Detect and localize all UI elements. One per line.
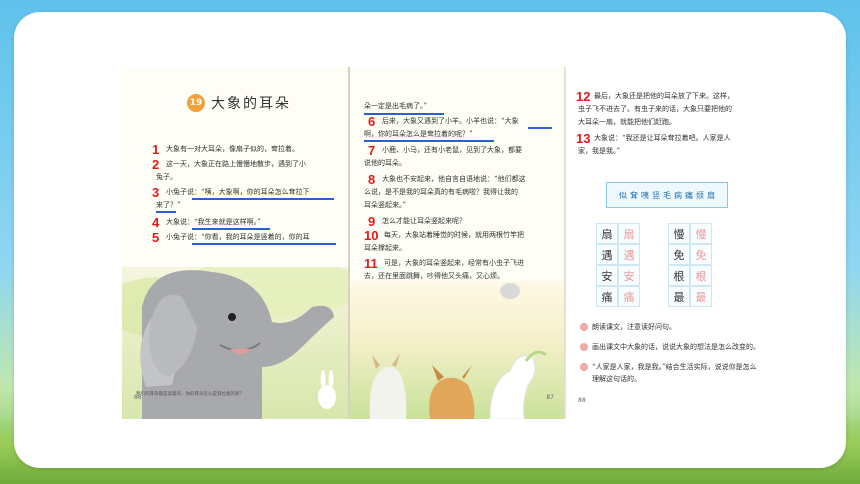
page-number: 86 — [134, 394, 142, 401]
vocab-char: 痛 — [685, 190, 693, 200]
lesson-number-badge: 19 — [187, 94, 205, 112]
grid-char-trace: 痛 — [618, 286, 640, 307]
vocab-char: 毛 — [663, 190, 671, 200]
grid-char-trace: 安 — [618, 265, 640, 286]
paragraph-marker: 1 — [152, 142, 160, 157]
vocab-char: 病 — [674, 190, 682, 200]
exercise-text: 画出课文中大象的话，说说大象的想法是怎么改变的。 — [592, 343, 760, 351]
textbook-spread: 19 大象的耳朵 1 大象有一对大耳朵，像扇子似的，耷拉着。 2 这一天，大象正… — [122, 67, 782, 419]
lesson-title: 大象的耳朵 — [211, 96, 291, 112]
textbook-page-left: 19 大象的耳朵 1 大象有一对大耳朵，像扇子似的，耷拉着。 2 这一天，大象正… — [122, 67, 348, 419]
grid-char: 遇 — [596, 244, 618, 265]
grid-char-trace: 免 — [690, 244, 712, 265]
animals-drawing — [369, 283, 547, 419]
animals-illustration — [350, 281, 564, 419]
vocab-char: 耷 — [630, 190, 638, 200]
exercise-text: “人家是人家，我是我。”结合生活实际，说说你是怎么 理解这句话的。 — [592, 361, 757, 385]
illustration-caption: 我们的耳朵都是竖着的，你的耳朵怎么是耷拉着的呢？ — [136, 392, 244, 397]
writing-grid: 扇 扇 慢 慢 遇 遇 免 免 安 安 根 根 痛 痛 最 最 — [596, 223, 712, 307]
paragraph-marker: 8 — [368, 172, 376, 187]
exercise-3: “人家是人家，我是我。”结合生活实际，说说你是怎么 理解这句话的。 — [580, 361, 757, 385]
paragraph-7-line-1: 小鹿、小马，还有小老鼠，见到了大象，都要 — [382, 146, 522, 154]
paragraph-13-line-2: 家，我是我。” — [578, 147, 621, 155]
paragraph-marker: 7 — [368, 143, 376, 158]
underline — [192, 228, 270, 230]
grid-char-trace: 遇 — [618, 244, 640, 265]
underline — [192, 243, 336, 245]
slide-card: 19 大象的耳朵 1 大象有一对大耳朵，像扇子似的，耷拉着。 2 这一天，大象正… — [14, 12, 846, 468]
exercise-bullet-icon — [580, 343, 588, 351]
grid-gap — [640, 223, 668, 244]
lesson-heading: 19 大象的耳朵 — [187, 93, 291, 113]
grid-char-trace: 慢 — [690, 223, 712, 244]
page-number: 88 — [578, 397, 586, 404]
grid-char: 扇 — [596, 223, 618, 244]
exercise-bullet-icon — [580, 323, 588, 331]
paragraph-marker: 4 — [152, 215, 160, 230]
textbook-page-right: 12 最后，大象还是把他的耳朵放了下来。这样， 虫子飞不进去了。有虫子来的话，大… — [566, 67, 782, 419]
paragraph-marker: 11 — [364, 256, 378, 271]
grid-char-trace: 最 — [690, 286, 712, 307]
paragraph-12-line-3: 大耳朵一扇，就能把他们赶跑。 — [578, 118, 676, 126]
grid-char: 痛 — [596, 286, 618, 307]
grid-gap — [640, 244, 668, 265]
paragraph-11-line-1: 可是，大象的耳朵竖起来，经常有小虫子飞进 — [384, 259, 524, 267]
underline — [528, 127, 552, 129]
paragraph-1: 大象有一对大耳朵，像扇子似的，耷拉着。 — [166, 145, 299, 153]
paragraph-2-line-2: 兔子。 — [156, 173, 177, 181]
exercise-1: 朗读课文，注意读好问句。 — [580, 321, 676, 333]
underline — [192, 198, 334, 200]
paragraph-marker: 5 — [152, 230, 160, 245]
elephant-illustration: 我们的耳朵都是竖着的，你的耳朵怎么是耷拉着的呢？ — [122, 257, 348, 419]
vocab-char: 似 — [619, 190, 627, 200]
grid-char-trace: 根 — [690, 265, 712, 286]
exercise-text-line-2: 理解这句话的。 — [592, 375, 641, 383]
paragraph-13-line-1: 大象说：“我还是让耳朵耷拉着吧。人家是人 — [594, 134, 731, 142]
paragraph-7-line-2: 说他的耳朵。 — [364, 159, 406, 167]
vocab-char: 烦 — [696, 190, 704, 200]
grid-char: 安 — [596, 265, 618, 286]
grid-char: 最 — [668, 286, 690, 307]
paragraph-marker: 3 — [152, 185, 160, 200]
vocab-char: 竖 — [652, 190, 660, 200]
grid-gap — [640, 286, 668, 307]
exercise-bullet-icon — [580, 363, 588, 371]
grid-char: 慢 — [668, 223, 690, 244]
exercise-2: 画出课文中大象的话，说说大象的想法是怎么改变的。 — [580, 341, 760, 353]
vocabulary-box: 似 耷 咦 竖 毛 病 痛 烦 扇 — [606, 182, 728, 208]
paragraph-10-line-1: 每天，大象站着睡觉的时候，就用两根竹竿把 — [384, 231, 524, 239]
paragraph-5-line-2: 朵一定是出毛病了。” — [364, 102, 428, 110]
exercise-text: 朗读课文，注意读好问句。 — [592, 323, 676, 331]
page-number: 87 — [546, 394, 554, 401]
underline — [156, 211, 176, 213]
paragraph-9: 怎么才能让耳朵竖起来呢？ — [382, 217, 466, 225]
grid-char-trace: 扇 — [618, 223, 640, 244]
grid-char: 根 — [668, 265, 690, 286]
paragraph-6-line-1: 后来，大象又遇到了小羊。小羊也说：“大象 — [382, 117, 519, 125]
vocab-char: 咦 — [641, 190, 649, 200]
paragraph-12-line-2: 虫子飞不进去了。有虫子来的话，大象只要把他的 — [578, 105, 732, 113]
paragraph-marker: 12 — [576, 89, 591, 104]
underline — [364, 140, 494, 142]
paragraph-marker: 10 — [364, 228, 379, 243]
vocab-char: 扇 — [707, 190, 715, 200]
paragraph-marker: 2 — [152, 157, 160, 172]
paragraph-marker: 13 — [576, 131, 591, 146]
paragraph-12-line-1: 最后，大象还是把他的耳朵放了下来。这样， — [594, 92, 734, 100]
paragraph-2-line-1: 这一天，大象正在路上慢慢地散步，遇到了小 — [166, 160, 306, 168]
textbook-page-middle: 朵一定是出毛病了。” 6 后来，大象又遇到了小羊。小羊也说：“大象 啊，你的耳朵… — [350, 67, 564, 419]
grid-char: 免 — [668, 244, 690, 265]
paragraph-8-line-3: 耳朵竖起来。” — [364, 201, 407, 209]
grid-gap — [640, 265, 668, 286]
paragraph-marker: 6 — [368, 114, 376, 129]
paragraph-10-line-2: 耳朵撑起来。 — [364, 244, 406, 252]
paragraph-8-line-2: 么说，是不是我的耳朵真的有毛病啦？我得让我的 — [364, 188, 518, 196]
paragraph-marker: 9 — [368, 214, 376, 229]
paragraph-8-line-1: 大象也不安起来，他自言自语地说：“他们都这 — [382, 175, 526, 183]
exercise-text-line-1: “人家是人家，我是我。”结合生活实际，说说你是怎么 — [592, 363, 757, 371]
